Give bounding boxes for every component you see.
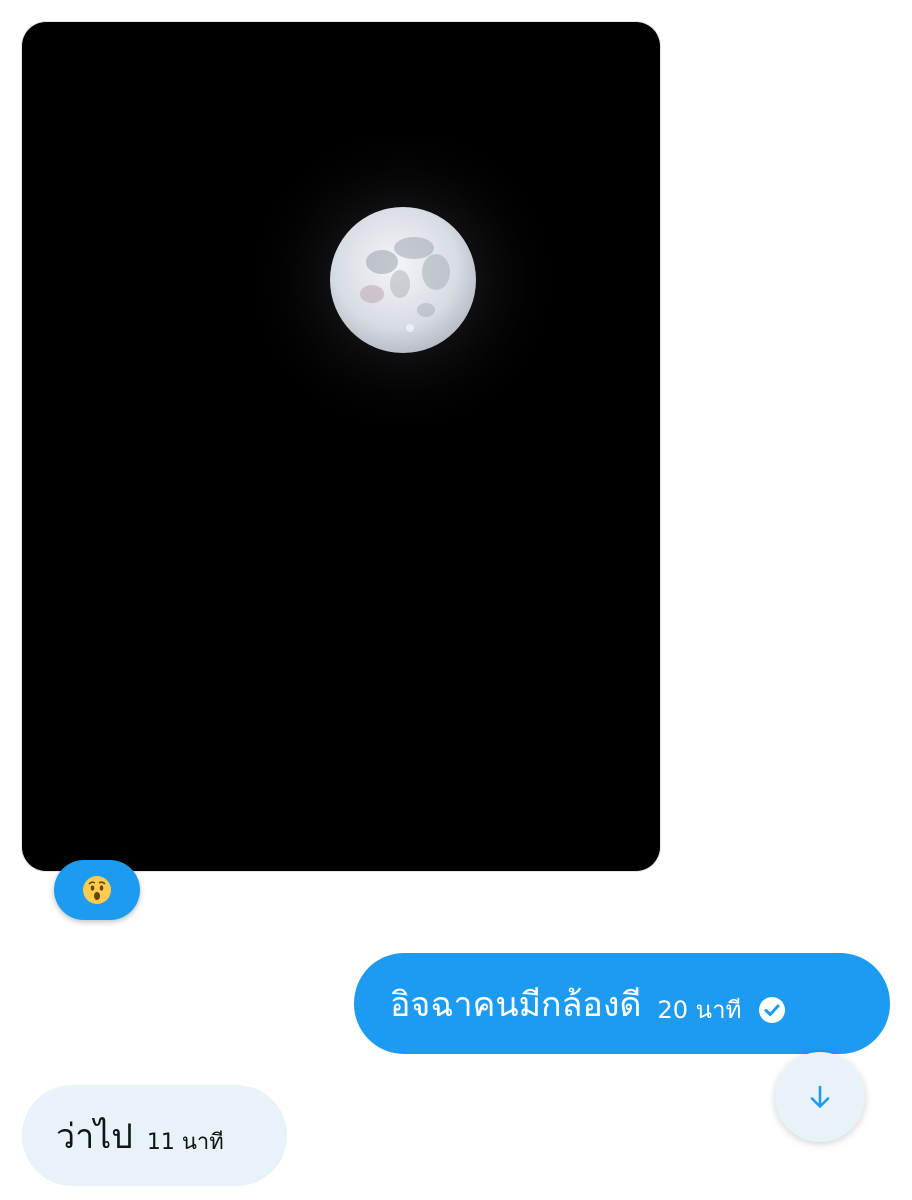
sent-message-time: 20 นาที: [657, 996, 742, 1024]
moon-photo: [243, 120, 563, 440]
reaction-badge[interactable]: [54, 860, 140, 920]
received-message-text: ว่าไป: [56, 1116, 133, 1157]
received-message-time: 11 นาที: [146, 1130, 224, 1155]
scroll-to-bottom-button[interactable]: [775, 1052, 865, 1142]
sent-message-text: อิจฉาคนมีกล้องดี: [390, 984, 642, 1025]
chat-conversation: อิจฉาคนมีกล้องดี 20 นาที ว่าไป 11 นาที: [0, 0, 912, 1200]
arrow-down-icon: [810, 1085, 830, 1108]
photo-message[interactable]: [22, 22, 660, 871]
sent-message-bubble[interactable]: อิจฉาคนมีกล้องดี 20 นาที: [354, 953, 890, 1054]
hushed-face-icon: [83, 876, 111, 904]
check-circle-icon: [759, 996, 786, 1023]
received-message-bubble[interactable]: ว่าไป 11 นาที: [22, 1085, 287, 1186]
